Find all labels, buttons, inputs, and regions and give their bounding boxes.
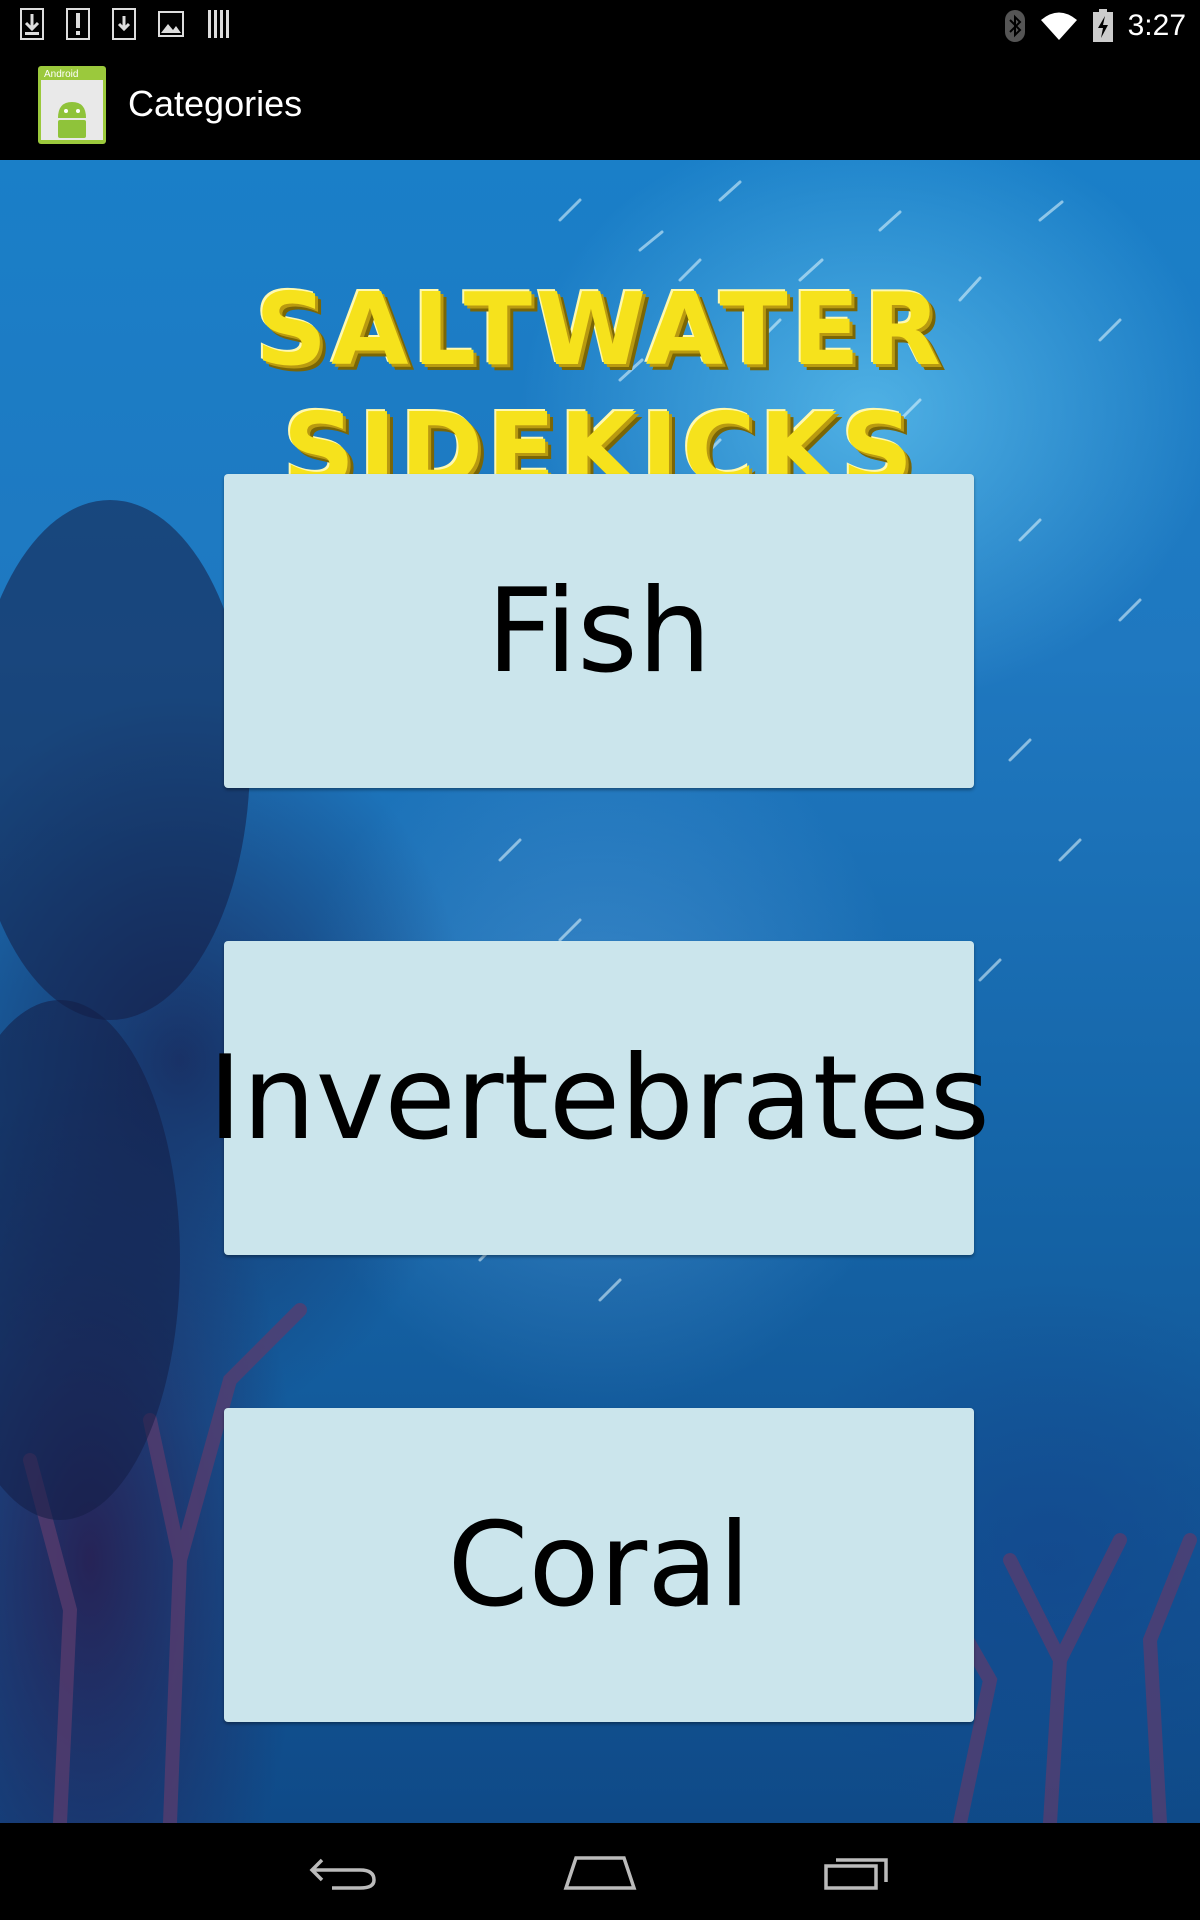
bluetooth-icon — [1004, 9, 1026, 43]
image-icon — [158, 11, 184, 37]
alert-icon — [66, 8, 90, 40]
invertebrates-category-button[interactable]: Invertebrates — [208, 941, 990, 1255]
download-icon — [112, 8, 136, 40]
barcode-icon — [206, 9, 232, 39]
categories-content: SALTWATER SIDEKICKS Fish Invertebrates C… — [0, 160, 1200, 1823]
home-icon[interactable] — [555, 1845, 645, 1899]
action-bar: Android Categories — [0, 50, 1200, 161]
back-icon[interactable] — [298, 1845, 388, 1899]
fish-category-button[interactable]: Fish — [224, 474, 974, 788]
coral-category-button[interactable]: Coral — [224, 1408, 974, 1722]
status-bar: 3:27 — [0, 0, 1200, 50]
notification-icons — [20, 8, 232, 40]
download-icon — [20, 8, 44, 40]
android-app-icon[interactable]: Android — [38, 66, 106, 144]
action-bar-title: Categories — [128, 83, 303, 124]
system-indicators: 3:27 — [1004, 4, 1186, 48]
app-screen: 3:27 Android Categories SALTWATER SIDEKI… — [0, 0, 1200, 1920]
svg-text:Android: Android — [44, 69, 78, 80]
battery-charging-icon — [1092, 9, 1114, 43]
wifi-icon — [1040, 11, 1078, 41]
navigation-bar — [0, 1823, 1200, 1920]
recents-icon[interactable] — [812, 1845, 902, 1899]
status-clock: 3:27 — [1127, 9, 1186, 42]
